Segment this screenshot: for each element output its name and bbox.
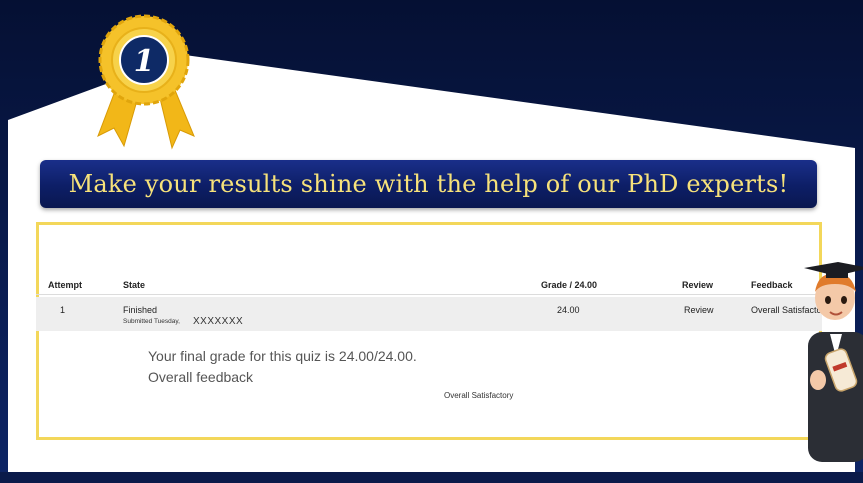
headline-banner: Make your results shine with the help of… — [40, 160, 817, 208]
header-feedback: Feedback — [751, 280, 793, 290]
bottom-band — [0, 472, 863, 483]
table-row: 1 Finished Submitted Tuesday, XXXXXXX 24… — [36, 297, 829, 331]
attempt-number: 1 — [60, 305, 66, 315]
masked-date: XXXXXXX — [193, 316, 244, 327]
submitted-label: Submitted Tuesday, — [123, 318, 180, 325]
results-panel — [36, 222, 822, 440]
header-review: Review — [682, 280, 714, 290]
overall-feedback-value: Overall Satisfactory — [444, 391, 514, 400]
header-grade: Grade / 24.00 — [541, 280, 598, 290]
state-value: Finished — [123, 305, 158, 315]
review-link[interactable]: Review — [684, 305, 714, 315]
slide: 1 Make your results shine with the help … — [0, 0, 863, 483]
overall-feedback-label: Overall feedback — [148, 369, 254, 385]
headline-text: Make your results shine with the help of… — [68, 170, 789, 198]
final-grade-text: Your final grade for this quiz is 24.00/… — [148, 348, 417, 364]
table-header: Attempt State Grade / 24.00 Review Feedb… — [36, 276, 822, 295]
grade-value: 24.00 — [557, 305, 580, 315]
award-ribbon-icon: 1 — [97, 14, 195, 150]
header-attempt: Attempt — [48, 280, 82, 290]
graduate-mascot-icon — [804, 262, 863, 462]
header-state: State — [123, 280, 146, 290]
badge-number: 1 — [134, 44, 155, 79]
